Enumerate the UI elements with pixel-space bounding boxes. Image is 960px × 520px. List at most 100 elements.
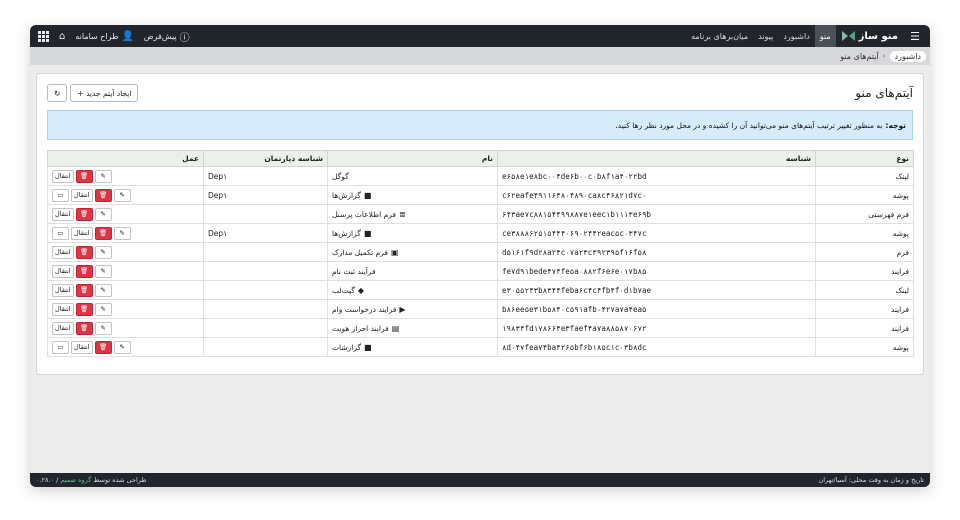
app-version: / ۰.۲۸.۰: [36, 476, 59, 484]
cell-name: ■ گزارش‌ها: [327, 185, 498, 205]
move-button[interactable]: انتقال: [71, 226, 93, 240]
col-header-name: نام: [327, 150, 498, 167]
table-row[interactable]: فرایند ۱۹۸۳۴fd۱۷۸۶۶۴e۳faef۴a۷a۸۸۵۸۷۰۶۷۲ ▤ ف…: [47, 318, 914, 338]
cell-actions: ✎ 🗑 انتقال ▭: [47, 337, 204, 357]
cell-id[interactable]: ۱۹۸۳۴fd۱۷۸۶۶۴e۳faef۴a۷a۸۸۵۸۷۰۶۷۲: [497, 318, 816, 338]
edit-button[interactable]: ✎: [94, 302, 112, 316]
edit-button[interactable]: ✎: [113, 226, 131, 240]
refresh-button[interactable]: ↻: [47, 84, 68, 102]
logo-mark-icon: [841, 31, 855, 41]
trash-icon: 🗑: [98, 191, 108, 199]
cell-id[interactable]: fe۷d۹۱bede۴۷۴fe۵a۰۸۸۲f۶e۶e۰۱۷b۸۵: [497, 261, 816, 281]
delete-button[interactable]: 🗑: [75, 302, 93, 316]
cell-id[interactable]: b۸۶ee۵e۳۱b۵۸۴۰c۵۹۱afb۰۴۲۷a۷a۴ea۵: [497, 299, 816, 319]
table-row[interactable]: پوشه c۶۲eafe۴۹۱۱۶۴۸۰۴۸۹۰ca۸c۴۶۸۲۱d۷c۰ ■ گزا…: [47, 185, 914, 205]
cell-id[interactable]: c۶۲eafe۴۹۱۱۶۴۸۰۴۸۹۰ca۸c۴۶۸۲۱d۷c۰: [497, 185, 816, 205]
delete-button[interactable]: 🗑: [75, 207, 93, 221]
grid-icon: [38, 30, 49, 42]
open-folder-button[interactable]: ▭: [52, 340, 69, 354]
table-row[interactable]: پوشه ce۳۸۸۸۶۲۵۱۵۴۴۴۰۶۹۰۲۴۴۲eac۵c۰۳۴۷c ■ گزا…: [47, 223, 914, 243]
table-row[interactable]: فرایند fe۷d۹۱bede۴۷۴fe۵a۰۸۸۲f۶e۶e۰۱۷b۸۵ فر…: [47, 261, 914, 281]
apps-grid-button[interactable]: [38, 30, 49, 42]
cell-name: گوگل: [327, 166, 498, 186]
cell-id[interactable]: e۶۵۸e۱e۸bc۰۰۴de۶b۰۰c۰b۸f۱a۴۰۲۲bd: [497, 166, 816, 186]
notice-text: به منظور تغییر ترتیب آیتم‌های منو می‌توا…: [615, 120, 883, 130]
cell-name: ◆ گیت‌لب: [327, 280, 498, 300]
pencil-icon: ✎: [100, 210, 106, 218]
cell-actions: ✎ 🗑 انتقال: [47, 204, 204, 224]
open-folder-button[interactable]: ▭: [52, 188, 69, 202]
move-button[interactable]: انتقال: [52, 207, 74, 221]
move-button[interactable]: انتقال: [52, 169, 74, 183]
move-button[interactable]: انتقال: [52, 302, 74, 316]
move-button[interactable]: انتقال: [71, 340, 93, 354]
move-button[interactable]: انتقال: [71, 188, 93, 202]
breadcrumb-separator-icon: ›: [882, 52, 886, 60]
folder-icon: ■: [363, 190, 372, 200]
edit-button[interactable]: ✎: [94, 169, 112, 183]
item-name: گزارش‌ها: [332, 190, 361, 200]
delete-button[interactable]: 🗑: [94, 340, 112, 354]
table-row[interactable]: فرایند b۸۶ee۵e۳۱b۵۸۴۰c۵۹۱afb۰۴۲۷a۷a۴ea۵ ▶ ف…: [47, 299, 914, 319]
form-icon: ▣: [391, 247, 399, 257]
edit-button[interactable]: ✎: [113, 340, 131, 354]
delete-button[interactable]: 🗑: [75, 245, 93, 259]
trash-icon: 🗑: [79, 210, 89, 218]
edit-button[interactable]: ✎: [94, 264, 112, 278]
delete-button[interactable]: 🗑: [75, 169, 93, 183]
delete-button[interactable]: 🗑: [94, 226, 112, 240]
table-row[interactable]: پوشه ۸d۰۴۷fea۷۴ba۴۲۶۵bf۶b۱۸۵c۱c۰۳b۸dc ■ گزا…: [47, 337, 914, 357]
table-row[interactable]: لینک e۳۰۵۵۲۴۳b۸۳۴۴feba۶c۴c۴fb۴f۰d۱b۷ae ◆ گی…: [47, 280, 914, 300]
cell-actions: ✎ 🗑 انتقال: [47, 242, 204, 262]
edit-button[interactable]: ✎: [94, 283, 112, 297]
delete-button[interactable]: 🗑: [94, 188, 112, 202]
table-row[interactable]: فرم فهرستی ۶۴۳ae۷c۸۸۱۵۴۴۹۹۸۸۷e۱eec۱b۱۱۱۳e…: [47, 204, 914, 224]
edit-button[interactable]: ✎: [113, 188, 131, 202]
trash-icon: 🗑: [98, 343, 108, 351]
edit-button[interactable]: ✎: [94, 321, 112, 335]
cell-id[interactable]: ۶۴۳ae۷c۸۸۱۵۴۴۹۹۸۸۷e۱eec۱b۱۱۱۳e۶۹b: [497, 204, 816, 224]
home-button[interactable]: ⌂: [59, 31, 65, 42]
pencil-icon: ✎: [100, 305, 106, 313]
pencil-icon: ✎: [119, 191, 125, 199]
user-label: طراح سامانه: [75, 31, 119, 41]
item-name: فرم اطلاعات پرسنل: [332, 209, 396, 219]
cell-actions: ✎ 🗑 انتقال: [47, 280, 204, 300]
delete-button[interactable]: 🗑: [75, 283, 93, 297]
move-button[interactable]: انتقال: [52, 283, 74, 297]
idcard-icon: ▤: [391, 323, 400, 333]
move-button[interactable]: انتقال: [52, 321, 74, 335]
move-button[interactable]: انتقال: [52, 264, 74, 278]
pencil-icon: ✎: [100, 286, 106, 294]
cell-id[interactable]: ce۳۸۸۸۶۲۵۱۵۴۴۴۰۶۹۰۲۴۴۲eac۵c۰۳۴۷c: [497, 223, 816, 243]
nav-item-shortcuts[interactable]: میان‌برهای برنامه: [686, 25, 753, 47]
delete-button[interactable]: 🗑: [75, 264, 93, 278]
delete-button[interactable]: 🗑: [75, 321, 93, 335]
item-name: گوگل: [332, 171, 349, 181]
hamburger-menu-icon[interactable]: ☰: [904, 30, 926, 43]
user-menu[interactable]: 👤 طراح سامانه: [75, 31, 134, 42]
default-selector[interactable]: ⓘ پیش‌فرض: [144, 29, 190, 44]
move-button[interactable]: انتقال: [52, 245, 74, 259]
play-icon: ▶: [399, 304, 406, 314]
table-row[interactable]: فرم d۵۱۶۱f۹d۲۸a۲۴c۰۷a۲۳c۳۹۲۳۹۵f۱۶f۵۸ ▣ فرم …: [47, 242, 914, 262]
cell-type: فرایند: [815, 318, 914, 338]
trash-icon: 🗑: [98, 229, 108, 237]
breadcrumb-home[interactable]: داشبورد: [889, 50, 926, 62]
cell-id[interactable]: d۵۱۶۱f۹d۲۸a۲۴c۰۷a۲۳c۳۹۲۳۹۵f۱۶f۵۸: [497, 242, 816, 262]
nav-item-dashboard[interactable]: داشبورد: [778, 25, 814, 47]
edit-button[interactable]: ✎: [94, 245, 112, 259]
nav-item-link[interactable]: پیوند: [753, 25, 778, 47]
credit-prefix: طراحی شده توسط: [93, 476, 147, 484]
table-row[interactable]: لینک e۶۵۸e۱e۸bc۰۰۴de۶b۰۰c۰b۸f۱a۴۰۲۲bd گوگل…: [47, 166, 914, 186]
cell-dept: Dep۱: [203, 185, 328, 205]
app-logo[interactable]: منو ساز: [836, 31, 904, 42]
cell-id[interactable]: ۸d۰۴۷fea۷۴ba۴۲۶۵bf۶b۱۸۵c۱c۰۳b۸dc: [497, 337, 816, 357]
cell-type: پوشه: [815, 185, 914, 205]
credit-group-link[interactable]: گروه صمیم: [60, 476, 91, 484]
new-item-button[interactable]: + ایجاد آیتم جدید: [70, 84, 139, 102]
edit-button[interactable]: ✎: [94, 207, 112, 221]
open-folder-button[interactable]: ▭: [52, 226, 69, 240]
cell-id[interactable]: e۳۰۵۵۲۴۳b۸۳۴۴feba۶c۴c۴fb۴f۰d۱b۷ae: [497, 280, 816, 300]
nav-item-menu[interactable]: منو: [814, 25, 836, 47]
